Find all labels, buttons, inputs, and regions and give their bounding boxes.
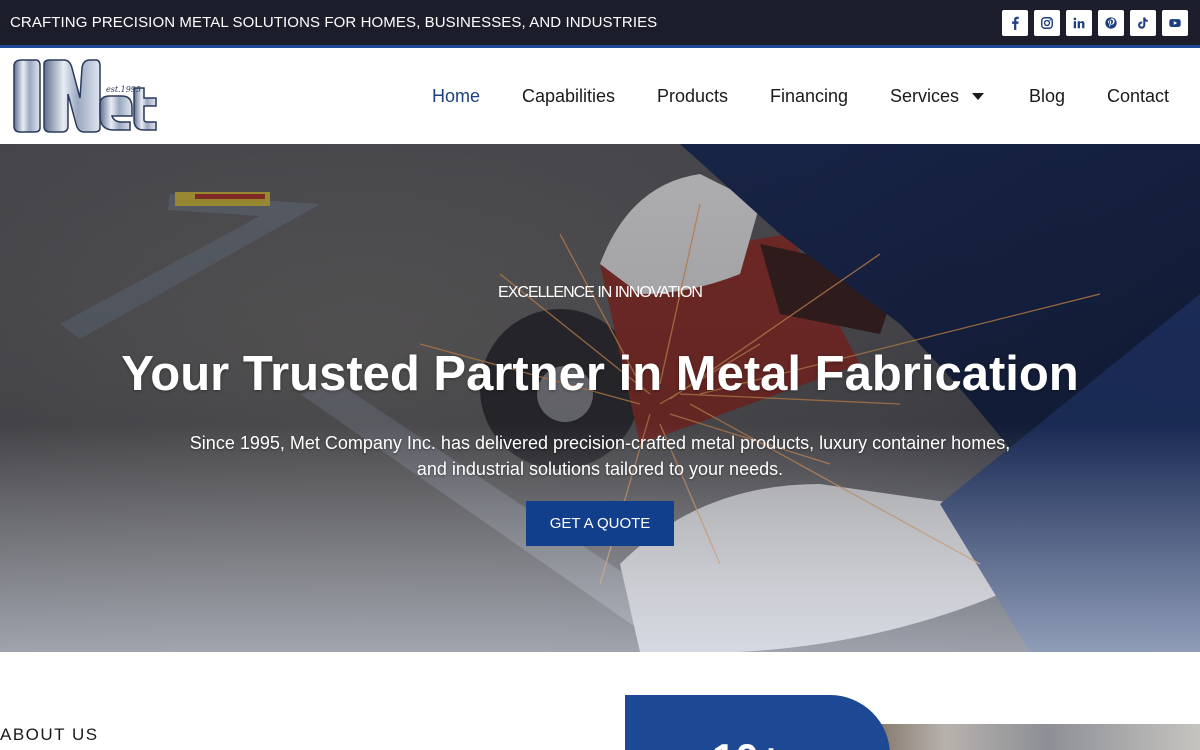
instagram-icon[interactable] bbox=[1034, 10, 1060, 36]
about-label: ABOUT US bbox=[0, 725, 99, 744]
site-header: est.1995 Home Capabilities Products Fina… bbox=[0, 48, 1200, 144]
nav-blog[interactable]: Blog bbox=[1029, 86, 1065, 107]
nav-services[interactable]: Services bbox=[890, 86, 959, 107]
main-nav: Home Capabilities Products Financing Ser… bbox=[0, 48, 1200, 144]
hero-eyebrow: EXCELLENCE IN INNOVATION bbox=[498, 284, 703, 301]
linkedin-icon[interactable] bbox=[1066, 10, 1092, 36]
hero-subtitle: Since 1995, Met Company Inc. has deliver… bbox=[189, 433, 1011, 479]
nav-contact[interactable]: Contact bbox=[1107, 86, 1169, 107]
hero-section: EXCELLENCE IN INNOVATION Your Trusted Pa… bbox=[0, 144, 1200, 652]
top-bar: CRAFTING PRECISION METAL SOLUTIONS FOR H… bbox=[0, 0, 1200, 45]
about-image bbox=[860, 724, 1200, 750]
nav-products[interactable]: Products bbox=[657, 86, 728, 107]
get-quote-button[interactable]: GET A QUOTE bbox=[526, 501, 674, 546]
social-links bbox=[1002, 10, 1188, 36]
hero-title: Your Trusted Partner in Metal Fabricatio… bbox=[121, 347, 1079, 401]
facebook-icon[interactable] bbox=[1002, 10, 1028, 36]
nav-home[interactable]: Home bbox=[432, 86, 480, 107]
tiktok-icon[interactable] bbox=[1130, 10, 1156, 36]
nav-financing[interactable]: Financing bbox=[770, 86, 848, 107]
tagline: CRAFTING PRECISION METAL SOLUTIONS FOR H… bbox=[10, 14, 658, 31]
nav-capabilities[interactable]: Capabilities bbox=[522, 86, 615, 107]
chevron-down-icon[interactable] bbox=[972, 93, 984, 100]
years-count: 10+ bbox=[712, 735, 783, 750]
youtube-icon[interactable] bbox=[1162, 10, 1188, 36]
pinterest-icon[interactable] bbox=[1098, 10, 1124, 36]
